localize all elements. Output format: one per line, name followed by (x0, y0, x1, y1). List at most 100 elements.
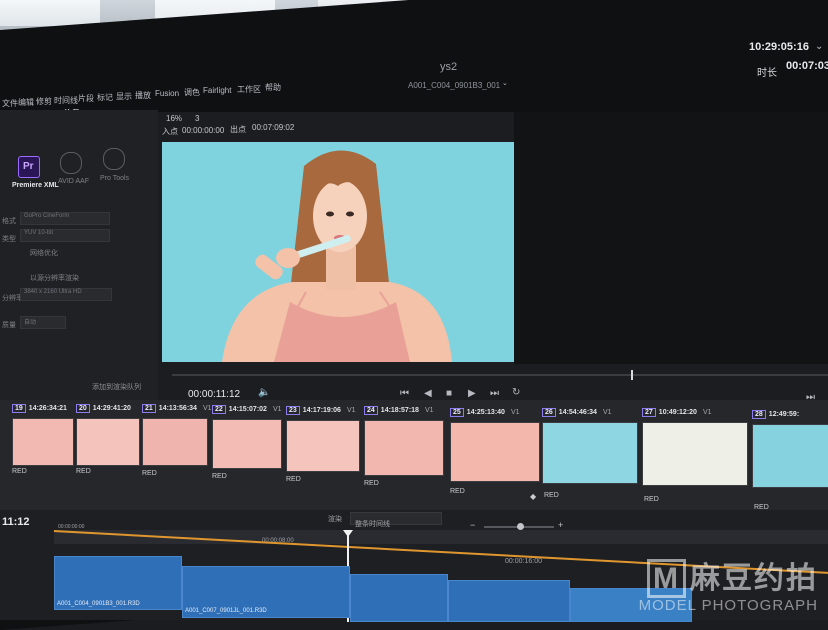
clip-track: V1 (510, 409, 520, 416)
clip-timecode: 12:49:59: (768, 411, 800, 418)
preset-avid-label: AVID AAF (58, 178, 89, 185)
menu-item-edit[interactable]: 编辑 (18, 97, 34, 108)
timeline-video-clip[interactable]: A001_C007_0901JL_001.R3D (182, 566, 350, 618)
preset-premiere-label: Premiere XML (12, 182, 59, 189)
video-frame-image (162, 142, 514, 362)
in-point-label: 入点 (162, 127, 178, 136)
format-value: GoPro CineForm (24, 213, 70, 219)
stop-icon[interactable]: ■ (446, 388, 452, 399)
project-title: ys2 (440, 61, 458, 73)
clip-header: 24 14:18:57:18 V1 (364, 406, 434, 418)
clip-timecode: 14:25:13:40 (466, 409, 505, 416)
clip-track: V1 (272, 406, 282, 413)
menu-item-trim[interactable]: 修剪 (36, 96, 52, 107)
clip-header: 25 14:25:13:40 V1 (450, 408, 520, 420)
go-to-end-icon[interactable]: ⏭ (490, 388, 499, 399)
menu-item-file[interactable]: 文件 (2, 98, 18, 109)
codec-select[interactable]: YUV 10-bit (20, 229, 110, 242)
clip-codec: RED (450, 488, 465, 495)
video-frame (162, 142, 514, 362)
timeline-timecode: 11:12 (2, 516, 30, 528)
menu-item-clip[interactable]: 片段 (78, 93, 94, 104)
zoom-out-icon[interactable]: − (470, 520, 475, 530)
render-range-select[interactable]: 整条时间线 (350, 512, 442, 528)
chevron-down-icon[interactable]: ⌄ (815, 41, 823, 52)
go-to-start-icon[interactable]: ⏮ (400, 388, 409, 399)
codec-label: 类型 (2, 236, 16, 243)
clip-header: 23 14:17:19:06 V1 (286, 406, 356, 418)
format-label: 格式 (2, 218, 16, 225)
timeline-video-clip[interactable] (350, 574, 448, 622)
clip-thumbnail (542, 422, 638, 484)
current-timecode: 00:00:11:12 (188, 389, 241, 400)
clip-codec: RED (286, 476, 301, 483)
in-point-value: 00:00:00:00 (182, 126, 225, 135)
playhead-marker[interactable] (343, 530, 353, 537)
clip-thumbnail (286, 420, 360, 472)
menu-item-fusion[interactable]: Fusion (155, 89, 179, 98)
clip-thumbnail (642, 422, 748, 486)
preset-protools-label: Pro Tools (100, 175, 130, 182)
zoom-slider-handle[interactable] (517, 523, 524, 530)
clip-number: 19 (12, 404, 26, 413)
codec-value: YUV 10-bit (24, 230, 54, 236)
out-point-value: 00:07:09:02 (252, 123, 295, 132)
menu-item-color[interactable]: 调色 (184, 87, 200, 98)
menu-item-view[interactable]: 显示 (116, 91, 132, 102)
menu-item-fairlight[interactable]: Fairlight (203, 86, 231, 95)
clip-track: V1 (424, 407, 434, 414)
clip-codec: RED (544, 492, 559, 499)
volume-icon[interactable]: 🔈 (258, 387, 270, 398)
watermark-subtitle: MODEL PHOTOGRAPH (638, 597, 818, 614)
add-to-render-queue-button[interactable]: 添加到渲染队列 (92, 382, 141, 392)
menu-item-mark[interactable]: 标记 (97, 92, 113, 103)
clip-thumbnail (142, 418, 208, 466)
menu-item-playback[interactable]: 播放 (135, 90, 151, 101)
timeline-clip-name: A001_C004_0901B3_001.R3D (57, 601, 140, 607)
format-select[interactable]: GoPro CineForm (20, 212, 110, 225)
resolution-value: 3840 x 2160 Ultra HD (24, 289, 82, 295)
zoom-in-icon[interactable]: + (558, 520, 563, 530)
clip-thumbnail (752, 424, 828, 488)
diamond-icon: ◆ (530, 492, 537, 501)
clip-timecode: 14:17:19:06 (302, 407, 341, 414)
timeline-clip-name: A001_C007_0901JL_001.R3D (185, 608, 267, 614)
clip-header: 28 12:49:59: (752, 410, 799, 422)
clip-codec: RED (12, 468, 27, 475)
menu-item-timeline[interactable]: 时间线 (54, 95, 78, 106)
clip-number: 26 (542, 408, 556, 417)
zoom-count: 3 (195, 114, 200, 123)
menu-bar: 文件 编辑 修剪 时间线 片段 标记 显示 播放 Fusion 调色 Fairl… (0, 41, 828, 123)
render-label: 渲染 (328, 516, 342, 523)
quality-select[interactable]: 自动 (20, 316, 66, 329)
clip-codec: RED (76, 468, 91, 475)
clip-codec: RED (644, 496, 659, 503)
avid-icon[interactable] (60, 152, 82, 174)
clip-thumbnail (364, 420, 444, 476)
quality-value: 自动 (24, 320, 37, 326)
quality-label: 质量 (2, 322, 16, 329)
menu-item-help[interactable]: 帮助 (265, 82, 281, 93)
source-resolution-checkbox[interactable]: 以源分辨率渲染 (30, 273, 79, 283)
viewer-scrubber-track[interactable] (172, 374, 828, 376)
play-icon[interactable]: ▶ (468, 388, 476, 399)
timeline-video-clip[interactable] (448, 580, 570, 622)
chevron-down-icon[interactable]: ⌄ (502, 79, 508, 87)
clip-name-dropdown[interactable]: A001_C004_0901B3_001 (408, 81, 500, 90)
network-optimize-checkbox[interactable]: 网络优化 (30, 248, 58, 258)
loop-icon[interactable]: ↻ (512, 387, 520, 398)
clip-number: 21 (142, 404, 156, 413)
timeline-video-clip[interactable]: A001_C004_0901B3_001.R3D (54, 556, 182, 610)
resolution-select[interactable]: 3840 x 2160 Ultra HD (20, 288, 112, 301)
clip-number: 20 (76, 404, 90, 413)
menu-item-workspace[interactable]: 工作区 (237, 84, 261, 95)
play-reverse-icon[interactable]: ◀ (424, 388, 432, 399)
zoom-level[interactable]: 16% (166, 114, 182, 123)
clip-track: V1 (202, 405, 212, 412)
deliver-panel: Pr Premiere XML AVID AAF Pro Tools 格式 Go… (0, 110, 158, 400)
ruler-late: 00:00:16:00 (505, 558, 542, 565)
viewer-scrubber-handle[interactable] (631, 370, 634, 380)
pro-tools-icon[interactable] (103, 148, 125, 170)
clip-timecode: 14:13:56:34 (158, 405, 197, 412)
premiere-pro-icon[interactable]: Pr (18, 156, 40, 178)
